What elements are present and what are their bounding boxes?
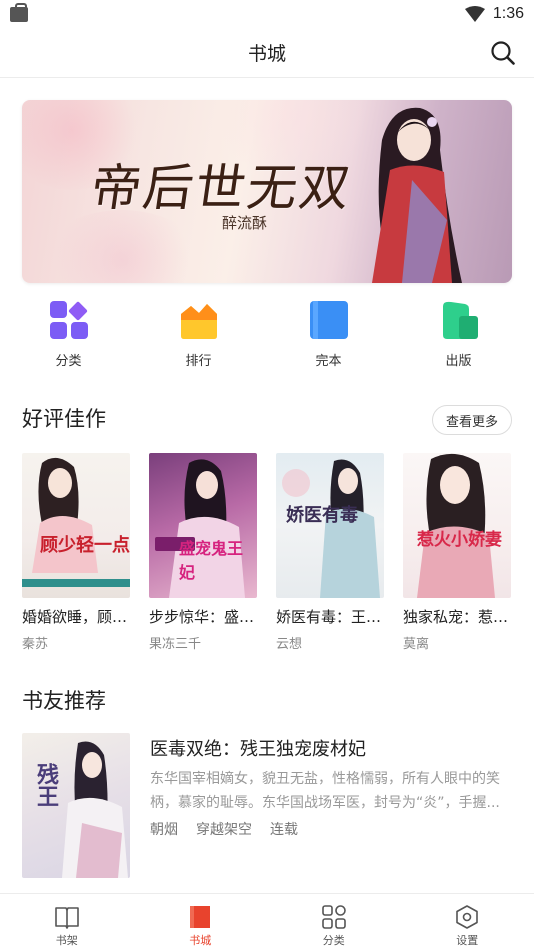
book-card[interactable]: 惹火小娇妻 独家私宠：惹火小娇妻 莫离 <box>403 453 513 652</box>
book-name: 步步惊华：盛宠鬼王妃 <box>149 608 257 626</box>
settings-icon <box>456 905 479 929</box>
complete-book-icon <box>309 301 348 339</box>
bookstore-icon <box>190 906 211 928</box>
wifi-icon <box>464 6 485 22</box>
publish-book-icon <box>442 301 478 339</box>
category-grid-icon <box>49 301 88 339</box>
nav-tab-bookstore[interactable]: 书城 <box>134 894 268 949</box>
category-icon <box>321 905 346 929</box>
banner-author: 醉流酥 <box>222 214 268 232</box>
app-header: 书城 <box>0 28 534 78</box>
shopping-bag-icon <box>10 2 28 22</box>
status-time: 1:36 <box>492 5 524 22</box>
nav-tab-bookshelf[interactable]: 书架 <box>0 894 134 949</box>
book-cover: 残王 <box>22 733 130 878</box>
book-author: 莫离 <box>403 637 430 652</box>
book-cover-text: 盛宠鬼王妃 <box>179 539 244 582</box>
category-shortcut-complete[interactable]: 完本 <box>260 300 390 376</box>
banner-title: 帝后世无双 <box>87 159 356 217</box>
book-card[interactable]: 盛宠鬼王妃 步步惊华：盛宠鬼王妃 果冻三千 <box>149 453 259 652</box>
book-status: 连载 <box>270 822 298 838</box>
section-title-good-reviews: 好评佳作 <box>22 407 106 431</box>
bottom-navigation: 书架 书城 分类 设置 <box>0 893 534 949</box>
nav-tab-label: 书架 <box>55 934 78 947</box>
book-cover-text: 残王 <box>33 763 59 807</box>
book-author: 秦苏 <box>22 637 49 652</box>
section-title-friends-recommend: 书友推荐 <box>22 689 106 713</box>
category-shortcuts: 分类 排行 完本 出版 <box>0 300 534 376</box>
book-author: 朝烟 <box>150 822 178 838</box>
book-cover-text: 娇医有毒 <box>286 505 358 526</box>
nav-tab-settings[interactable]: 设置 <box>401 894 534 949</box>
nav-tab-label: 书城 <box>189 934 212 947</box>
category-shortcut-label: 分类 <box>55 354 82 369</box>
category-shortcut-label: 出版 <box>445 354 472 369</box>
book-cover-text: 惹火小娇妻 <box>417 530 502 550</box>
book-cover: 顾少轻一点 <box>22 453 130 598</box>
book-name: 独家私宠：惹火小娇妻 <box>403 608 511 626</box>
book-description: 东华国宰相嫡女，貌丑无盐，性格懦弱，所有人眼中的笑柄，慕家的耻辱。东华国战场军医… <box>150 771 500 811</box>
book-card[interactable]: 娇医有毒 娇医有毒：王爷宠妻无度 云想 <box>276 453 386 652</box>
book-card[interactable]: 顾少轻一点 婚婚欲睡，顾少轻一点 秦苏 <box>22 453 132 652</box>
good-reviews-book-list: 顾少轻一点 婚婚欲睡，顾少轻一点 秦苏 盛宠鬼王妃 步步惊华：盛宠鬼王妃 果冻三… <box>22 453 534 658</box>
book-cover: 惹火小娇妻 <box>403 453 511 598</box>
nav-tab-category[interactable]: 分类 <box>267 894 401 949</box>
nav-tab-label: 设置 <box>456 934 479 947</box>
page-title: 书城 <box>247 43 286 65</box>
status-bar: 1:36 <box>0 0 534 28</box>
banner-character-illustration <box>372 107 462 283</box>
book-author: 果冻三千 <box>149 637 202 652</box>
book-cover-text: 顾少轻一点 <box>40 535 130 556</box>
nav-tab-label: 分类 <box>322 934 345 947</box>
book-name: 婚婚欲睡，顾少轻一点 <box>22 608 130 626</box>
category-shortcut-classify[interactable]: 分类 <box>0 300 130 376</box>
category-shortcut-publish[interactable]: 出版 <box>390 300 520 376</box>
recommended-book-item[interactable]: 残王 医毒双绝：残王独宠废材妃 东华国宰相嫡女，貌丑无盐，性格懦弱，所有人眼中的… <box>22 733 512 880</box>
bookshelf-icon <box>54 907 79 929</box>
book-author: 云想 <box>276 637 303 652</box>
book-cover: 娇医有毒 <box>276 453 384 598</box>
category-shortcut-label: 完本 <box>315 354 342 369</box>
category-shortcut-ranking[interactable]: 排行 <box>130 300 260 376</box>
category-shortcut-label: 排行 <box>185 354 212 369</box>
book-name: 娇医有毒：王爷宠妻无度 <box>276 608 384 626</box>
book-tag: 穿越架空 <box>196 822 252 838</box>
book-name: 医毒双绝：残王独宠废材妃 <box>150 739 366 760</box>
ranking-crown-icon <box>180 304 217 339</box>
book-meta: 朝烟 穿越架空 连载 <box>150 819 298 839</box>
search-icon[interactable] <box>490 40 516 66</box>
see-more-button[interactable]: 查看更多 <box>432 405 512 435</box>
promo-banner[interactable]: 帝后世无双 醉流酥 <box>22 100 512 283</box>
book-cover: 盛宠鬼王妃 <box>149 453 257 598</box>
